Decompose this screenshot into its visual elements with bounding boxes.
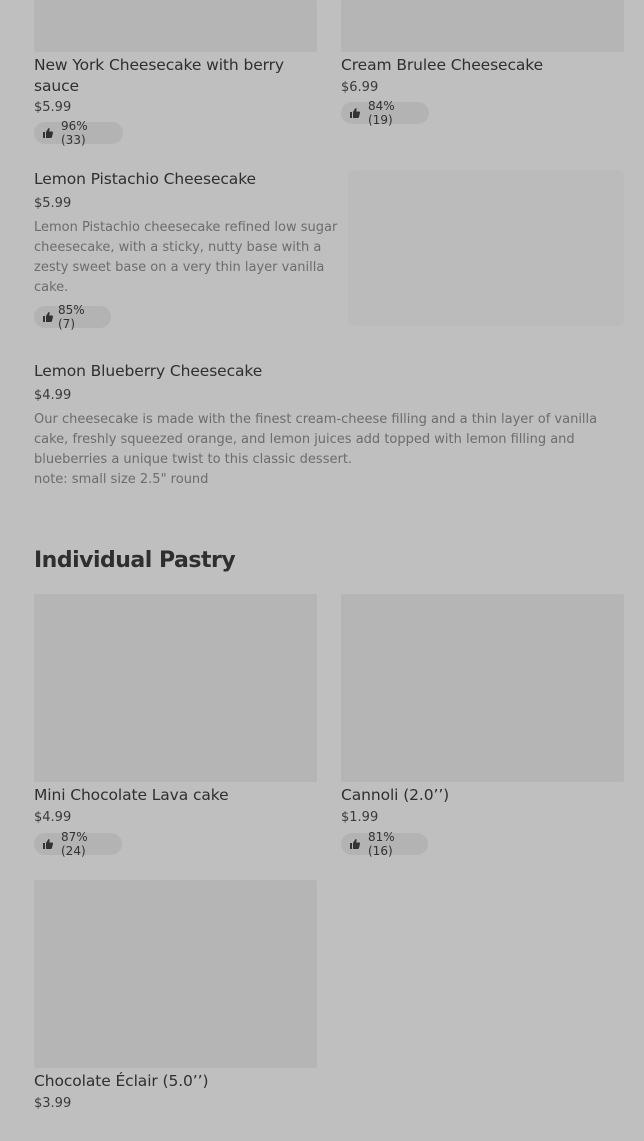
rating-badge-cannoli: 81% (16)	[341, 830, 428, 858]
rating-text: 96% (33)	[61, 119, 88, 147]
item-title-cannoli[interactable]: Cannoli (2.0’’)	[341, 785, 624, 806]
rating-badge-lava-cake: 87% (24)	[34, 830, 122, 858]
item-image-cream-brulee[interactable]	[341, 0, 624, 52]
thumbs-up-icon	[43, 128, 54, 138]
item-image-chocolate-eclair[interactable]	[34, 880, 317, 1068]
rating-text: 85% (7)	[58, 303, 85, 331]
item-title-lemon-blueberry[interactable]: Lemon Blueberry Cheesecake	[34, 361, 434, 382]
item-image-ny-cheesecake[interactable]	[34, 0, 317, 52]
rating-text: 84% (19)	[368, 99, 395, 127]
item-price-lava-cake: $4.99	[34, 810, 72, 825]
rating-text: 87% (24)	[61, 830, 88, 858]
item-price-cannoli: $1.99	[341, 810, 379, 825]
item-description-lemon-blueberry: Our cheesecake is made with the finest c…	[34, 412, 598, 467]
item-price-lemon-pistachio: $5.99	[34, 196, 72, 211]
item-image-lava-cake[interactable]	[34, 594, 317, 782]
item-price-cream-brulee: $6.99	[341, 80, 379, 95]
item-note-lemon-blueberry: note: small size 2.5" round	[34, 472, 209, 487]
thumbs-up-icon	[43, 312, 54, 322]
item-price-chocolate-eclair: $3.99	[34, 1096, 72, 1111]
thumbs-up-icon	[350, 108, 361, 118]
item-image-lemon-pistachio[interactable]	[348, 170, 624, 326]
thumbs-up-icon	[43, 839, 54, 849]
rating-badge-cream-brulee: 84% (19)	[341, 99, 429, 127]
item-title-cream-brulee[interactable]: Cream Brulee Cheesecake	[341, 55, 624, 76]
section-title-individual-pastry: Individual Pastry	[34, 548, 236, 573]
rating-badge-ny-cheesecake: 96% (33)	[34, 119, 123, 147]
item-title-lava-cake[interactable]: Mini Chocolate Lava cake	[34, 785, 317, 806]
item-title-ny-cheesecake[interactable]: New York Cheesecake with berry sauce	[34, 55, 314, 97]
item-title-chocolate-eclair[interactable]: Chocolate Éclair (5.0’’)	[34, 1071, 317, 1092]
item-image-cannoli[interactable]	[341, 594, 624, 782]
thumbs-up-icon	[350, 839, 361, 849]
item-description-lemon-pistachio: Lemon Pistachio cheesecake refined low s…	[34, 220, 338, 295]
item-price-ny-cheesecake: $5.99	[34, 100, 72, 115]
rating-badge-lemon-pistachio: 85% (7)	[34, 303, 111, 331]
rating-text: 81% (16)	[368, 830, 395, 858]
item-price-lemon-blueberry: $4.99	[34, 388, 72, 403]
item-title-lemon-pistachio[interactable]: Lemon Pistachio Cheesecake	[34, 169, 334, 190]
